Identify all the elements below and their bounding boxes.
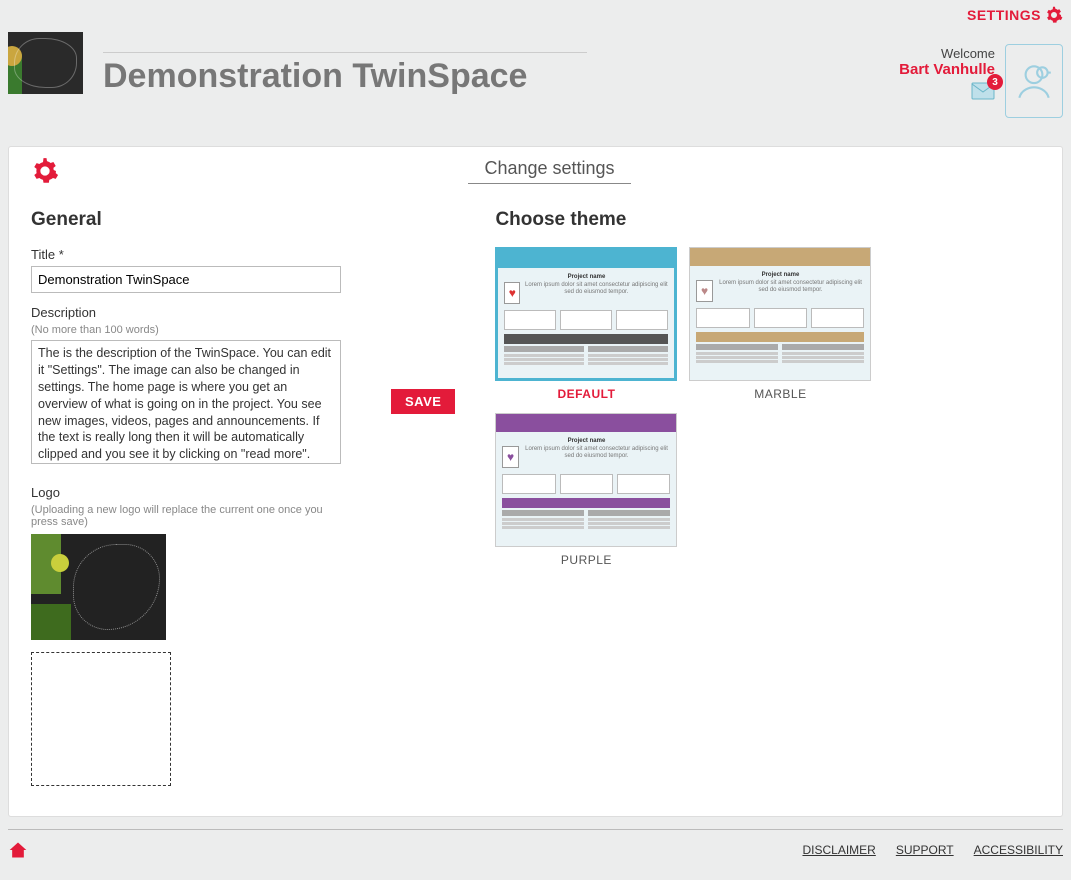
description-hint: (No more than 100 words)	[31, 324, 351, 336]
panel-title: Change settings	[468, 158, 630, 184]
settings-panel: Change settings General Title * Descript…	[8, 146, 1063, 817]
avatar-button[interactable]	[1005, 44, 1063, 118]
description-textarea[interactable]	[31, 340, 341, 464]
theme-card-purple[interactable]: Project name♥Lorem ipsum dolor sit amet …	[495, 413, 677, 567]
theme-thumbnail[interactable]: Project name♥Lorem ipsum dolor sit amet …	[689, 247, 871, 381]
theme-card-marble[interactable]: Project name♥Lorem ipsum dolor sit amet …	[689, 247, 871, 401]
project-logo-thumb	[8, 32, 83, 94]
home-icon[interactable]	[8, 840, 28, 860]
logo-hint: (Uploading a new logo will replace the c…	[31, 504, 351, 528]
footer-link-accessibility[interactable]: ACCESSIBILITY	[974, 843, 1063, 857]
theme-name-label: DEFAULT	[495, 387, 677, 401]
gear-icon	[31, 157, 59, 185]
description-label: Description	[31, 305, 351, 320]
theme-thumbnail[interactable]: Project name♥Lorem ipsum dolor sit amet …	[495, 247, 677, 381]
theme-card-default[interactable]: Project name♥Lorem ipsum dolor sit amet …	[495, 247, 677, 401]
theme-thumbnail[interactable]: Project name♥Lorem ipsum dolor sit amet …	[495, 413, 677, 547]
gear-icon	[1045, 6, 1063, 24]
page-title: Demonstration TwinSpace	[103, 52, 587, 96]
theme-name-label: MARBLE	[689, 387, 871, 401]
logo-label: Logo	[31, 485, 351, 500]
footer-link-disclaimer[interactable]: DISCLAIMER	[802, 843, 875, 857]
general-heading: General	[31, 209, 351, 231]
footer-link-support[interactable]: SUPPORT	[896, 843, 954, 857]
title-label: Title *	[31, 247, 351, 262]
mail-button[interactable]: 3	[971, 82, 995, 103]
logo-preview	[31, 534, 166, 640]
choose-theme-heading: Choose theme	[495, 209, 1040, 231]
settings-link[interactable]: SETTINGS	[967, 6, 1063, 24]
avatar-icon	[1013, 60, 1055, 102]
save-button[interactable]: SAVE	[391, 389, 455, 414]
username: Bart Vanhulle	[899, 61, 995, 78]
theme-name-label: PURPLE	[495, 553, 677, 567]
settings-label: SETTINGS	[967, 7, 1041, 23]
mail-badge: 3	[987, 74, 1003, 90]
welcome-text: Welcome	[899, 46, 995, 61]
logo-dropzone[interactable]	[31, 652, 171, 786]
title-input[interactable]	[31, 266, 341, 293]
